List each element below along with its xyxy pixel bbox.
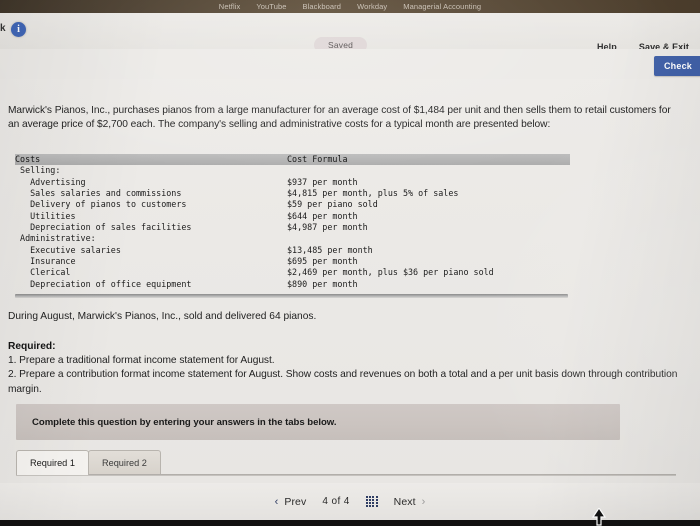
cost-formula: $13,485 per month bbox=[287, 244, 373, 255]
bookmark-youtube[interactable]: YouTube bbox=[256, 2, 286, 11]
cost-name: Sales salaries and commissions bbox=[15, 188, 182, 199]
cost-formula bbox=[287, 165, 570, 176]
cost-formula: $890 per month bbox=[287, 278, 358, 289]
table-row: Administrative: bbox=[15, 233, 570, 244]
cost-name: Depreciation of sales facilities bbox=[15, 222, 192, 233]
cost-formula: $695 per month bbox=[287, 256, 358, 267]
cost-formula bbox=[287, 233, 570, 244]
table-header-row: Costs Cost Formula bbox=[15, 154, 570, 166]
cost-name: Utilities bbox=[15, 210, 76, 221]
instruction-text: Complete this question by entering your … bbox=[32, 416, 337, 428]
next-question-button[interactable]: Next › bbox=[394, 496, 426, 508]
next-label: Next bbox=[393, 495, 416, 508]
cost-name: Selling: bbox=[15, 165, 61, 176]
answer-tabs: Required 1 Required 2 bbox=[16, 447, 676, 475]
table-row: Utilities $644 per month bbox=[15, 211, 570, 222]
assignment-toolbar: k i Saved Help Save & Exit bbox=[0, 13, 700, 53]
table-row: Delivery of pianos to customers $59 per … bbox=[15, 199, 570, 210]
bookmark-workday[interactable]: Workday bbox=[357, 2, 387, 11]
grid-menu-icon[interactable] bbox=[365, 495, 378, 508]
table-row: Executive salaries $13,485 per month bbox=[15, 245, 570, 256]
table-row: Insurance $695 per month bbox=[15, 256, 570, 267]
info-icon[interactable]: i bbox=[11, 22, 26, 37]
page-counter: 4 of 4 bbox=[322, 496, 350, 507]
cost-formula: $644 per month bbox=[287, 210, 358, 221]
cost-formula: $4,987 per month bbox=[287, 222, 368, 233]
cost-formula: $937 per month bbox=[287, 176, 358, 187]
tab-underline bbox=[16, 474, 676, 476]
chevron-right-icon: › bbox=[421, 495, 426, 508]
table-row: Advertising $937 per month bbox=[15, 177, 570, 188]
cost-formula: $4,815 per month, plus 5% of sales bbox=[287, 188, 459, 199]
tab-required-1[interactable]: Required 1 bbox=[16, 450, 89, 475]
cost-name: Executive salaries bbox=[15, 244, 121, 255]
browser-bookmarks-bar: Netflix YouTube Blackboard Workday Manag… bbox=[0, 0, 700, 13]
during-august-text: During August, Marwick's Pianos, Inc., s… bbox=[8, 311, 317, 322]
table-row: Sales salaries and commissions $4,815 pe… bbox=[15, 188, 570, 199]
cost-formula: $2,469 per month, plus $36 per piano sol… bbox=[287, 267, 494, 278]
cost-name: Insurance bbox=[15, 256, 76, 267]
bookmark-netflix[interactable]: Netflix bbox=[219, 2, 241, 11]
bookmark-managerial-accounting[interactable]: Managerial Accounting bbox=[403, 2, 481, 11]
table-row: Selling: bbox=[15, 165, 570, 176]
question-intro-text: Marwick's Pianos, Inc., purchases pianos… bbox=[8, 105, 671, 130]
cost-name: Delivery of pianos to customers bbox=[15, 199, 187, 210]
prev-question-button[interactable]: ‹ Prev bbox=[275, 496, 307, 508]
column-header-costs: Costs bbox=[15, 154, 41, 164]
table-row: Clerical $2,469 per month, plus $36 per … bbox=[15, 267, 570, 278]
table-bottom-divider bbox=[15, 294, 568, 298]
check-button[interactable]: Check bbox=[653, 56, 700, 76]
assignment-title: k bbox=[0, 23, 6, 34]
cost-formula: $59 per piano sold bbox=[287, 199, 378, 210]
table-row: Depreciation of office equipment $890 pe… bbox=[15, 279, 570, 290]
required-heading: Required: bbox=[8, 341, 56, 352]
prev-label: Prev bbox=[284, 495, 307, 508]
chevron-left-icon: ‹ bbox=[274, 495, 279, 508]
cost-name: Depreciation of office equipment bbox=[15, 278, 192, 289]
question-content: Marwick's Pianos, Inc., purchases pianos… bbox=[0, 79, 700, 483]
bookmark-blackboard[interactable]: Blackboard bbox=[303, 2, 342, 11]
instruction-banner: Complete this question by entering your … bbox=[16, 404, 620, 440]
cost-name: Administrative: bbox=[15, 233, 96, 244]
required-items-text: 1. Prepare a traditional format income s… bbox=[8, 355, 678, 395]
cost-name: Advertising bbox=[15, 176, 86, 187]
tab-required-2[interactable]: Required 2 bbox=[87, 450, 161, 475]
column-header-cost-formula: Cost Formula bbox=[287, 154, 348, 164]
check-button-row: Check bbox=[0, 49, 700, 79]
table-row: Depreciation of sales facilities $4,987 … bbox=[15, 222, 570, 233]
cost-formula-table: Costs Cost Formula Selling: Advertising … bbox=[15, 154, 570, 290]
cost-name: Clerical bbox=[15, 267, 71, 278]
